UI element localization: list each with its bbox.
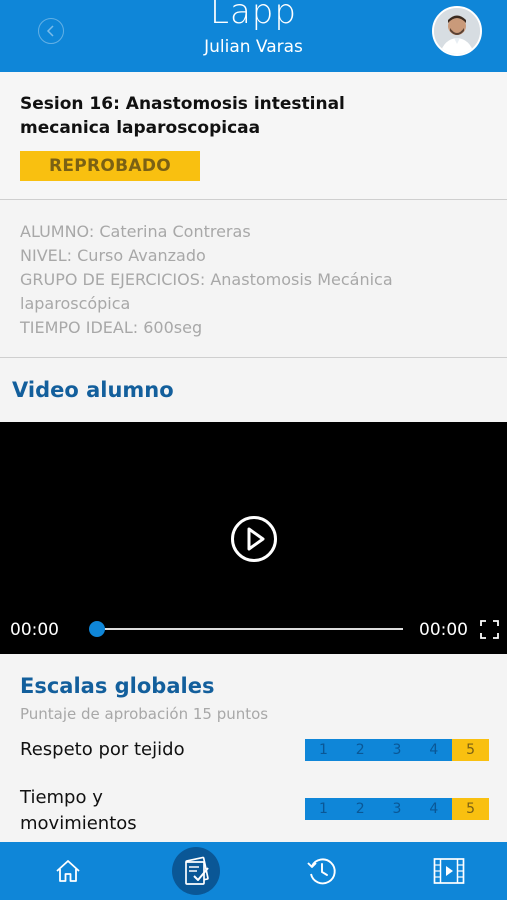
home-icon — [56, 860, 80, 882]
rating-option[interactable]: 2 — [341, 798, 379, 820]
criterion-label-cont: movimientos — [20, 813, 137, 834]
rating-option[interactable]: 1 — [305, 739, 342, 761]
history-icon — [307, 858, 336, 885]
rating-option[interactable]: 2 — [341, 739, 379, 761]
user-photo-icon — [434, 8, 480, 54]
rating-option[interactable]: 3 — [378, 739, 416, 761]
video-section-title: Video alumno — [12, 378, 174, 402]
rating-option-selected[interactable]: 5 — [452, 739, 489, 761]
video-total-time: 00:00 — [419, 620, 468, 640]
video-player[interactable]: 00:00 00:00 — [0, 422, 507, 654]
tab-evaluations[interactable] — [166, 842, 226, 900]
evaluations-icon — [185, 856, 209, 885]
video-progress-thumb[interactable] — [89, 621, 105, 637]
rating-option[interactable]: 1 — [305, 798, 342, 820]
rating-scale[interactable]: 1 2 3 4 5 — [305, 798, 489, 820]
fullscreen-icon[interactable] — [480, 620, 499, 639]
video-current-time: 00:00 — [10, 620, 59, 640]
status-badge: REPROBADO — [20, 151, 200, 181]
rating-option[interactable]: 4 — [415, 739, 453, 761]
tab-videos[interactable] — [419, 842, 479, 900]
tab-bar — [0, 842, 507, 900]
detail-grupo: GRUPO DE EJERCICIOS: Anastomosis Mecánic… — [20, 270, 393, 289]
criterion-label: Tiempo y — [20, 787, 103, 808]
scales-subtitle: Puntaje de aprobación 15 puntos — [20, 705, 269, 723]
rating-option[interactable]: 4 — [415, 798, 453, 820]
session-details: ALUMNO: Caterina Contreras NIVEL: Curso … — [0, 201, 507, 358]
app-header: Lapp Julian Varas — [0, 0, 507, 72]
rating-option-selected[interactable]: 5 — [452, 798, 489, 820]
rating-scale[interactable]: 1 2 3 4 5 — [305, 739, 489, 761]
detail-tiempo: TIEMPO IDEAL: 600seg — [20, 318, 203, 337]
play-icon[interactable] — [230, 515, 278, 563]
app-logo: Lapp — [210, 0, 297, 32]
tab-home[interactable] — [38, 842, 98, 900]
video-icon — [433, 858, 465, 884]
tab-history[interactable] — [292, 842, 352, 900]
detail-alumno: ALUMNO: Caterina Contreras — [20, 222, 251, 241]
detail-grupo-cont: laparoscópica — [20, 294, 131, 313]
header-user-name: Julian Varas — [204, 37, 303, 57]
criterion-label: Respeto por tejido — [20, 739, 185, 760]
video-progress-track[interactable] — [93, 628, 403, 630]
detail-nivel: NIVEL: Curso Avanzado — [20, 246, 206, 265]
scales-title: Escalas globales — [20, 674, 215, 698]
session-title: Sesion 16: Anastomosis intestinal mecani… — [20, 94, 345, 138]
session-card: Sesion 16: Anastomosis intestinal mecani… — [0, 72, 507, 200]
rating-option[interactable]: 3 — [378, 798, 416, 820]
avatar[interactable] — [432, 6, 482, 56]
